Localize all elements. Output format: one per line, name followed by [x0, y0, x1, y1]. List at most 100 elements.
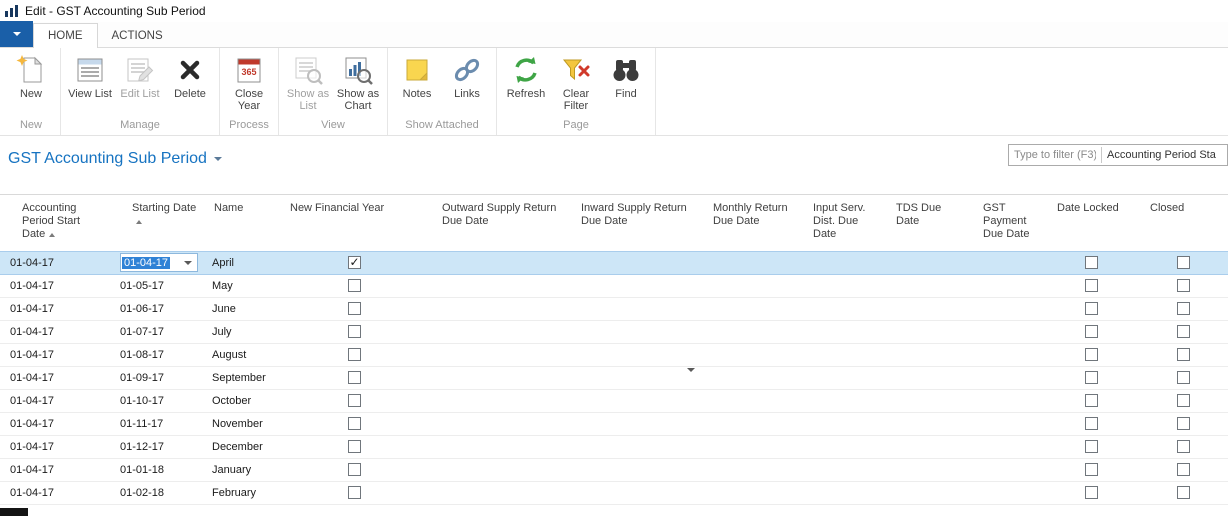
closed-checkbox[interactable]	[1176, 486, 1190, 499]
delete-button[interactable]: Delete	[165, 51, 215, 115]
cell-outward-supply-return-due-date[interactable]	[430, 250, 569, 275]
cell-gst-payment-due-date[interactable]	[971, 389, 1045, 413]
cell-name[interactable]: October	[202, 389, 278, 413]
cell-starting-date[interactable]: 01-01-18	[110, 458, 202, 482]
closed-checkbox[interactable]	[1176, 394, 1190, 407]
cell-accounting-period-start-date[interactable]: 01-04-17	[0, 343, 110, 367]
new-financial-year-checkbox[interactable]	[347, 394, 361, 407]
cell-closed[interactable]	[1138, 343, 1228, 367]
cell-name[interactable]: August	[202, 343, 278, 367]
filter-column-selector[interactable]: Accounting Period Sta	[1102, 149, 1227, 161]
date-locked-checkbox[interactable]	[1085, 371, 1098, 384]
new-financial-year-checkbox[interactable]	[347, 279, 361, 292]
cell-date-locked[interactable]	[1045, 435, 1138, 459]
page-title-menu[interactable]: GST Accounting Sub Period	[8, 150, 222, 168]
cell-input-serv-dist-due-date[interactable]	[801, 412, 884, 436]
cell-inward-supply-return-due-date[interactable]	[569, 389, 701, 413]
cell-date-locked[interactable]	[1045, 412, 1138, 436]
column-header-monthly-return-due-date[interactable]: Monthly Return Due Date	[701, 195, 801, 251]
new-financial-year-checkbox[interactable]	[347, 440, 361, 453]
cell-accounting-period-start-date[interactable]: 01-04-17	[0, 366, 110, 390]
column-header-closed[interactable]: Closed	[1138, 195, 1228, 251]
cell-monthly-return-due-date[interactable]	[701, 274, 801, 298]
cell-accounting-period-start-date[interactable]: 01-04-17	[0, 250, 110, 275]
table-row[interactable]: 01-04-17 01-04-17 April	[0, 250, 1228, 275]
table-row[interactable]: 01-04-17 01-12-17 December	[0, 435, 1228, 459]
new-financial-year-checkbox[interactable]	[347, 371, 361, 384]
cell-new-financial-year[interactable]	[278, 343, 430, 367]
column-header-input-serv-dist-due-date[interactable]: Input Serv. Dist. Due Date	[801, 195, 884, 251]
cell-input-serv-dist-due-date[interactable]	[801, 343, 884, 367]
cell-gst-payment-due-date[interactable]	[971, 435, 1045, 459]
cell-closed[interactable]	[1138, 389, 1228, 413]
new-financial-year-checkbox[interactable]	[347, 463, 361, 476]
cell-monthly-return-due-date[interactable]	[701, 412, 801, 436]
cell-closed[interactable]	[1138, 481, 1228, 505]
new-financial-year-checkbox[interactable]	[347, 302, 361, 315]
cell-closed[interactable]	[1138, 250, 1228, 275]
cell-tds-due-date[interactable]	[884, 389, 971, 413]
cell-accounting-period-start-date[interactable]: 01-04-17	[0, 481, 110, 505]
closed-checkbox[interactable]	[1176, 302, 1190, 315]
cell-new-financial-year[interactable]	[278, 389, 430, 413]
cell-new-financial-year[interactable]	[278, 412, 430, 436]
cell-date-locked[interactable]	[1045, 250, 1138, 275]
column-header-name[interactable]: Name	[202, 195, 278, 251]
cell-new-financial-year[interactable]	[278, 458, 430, 482]
cell-outward-supply-return-due-date[interactable]	[430, 435, 569, 459]
cell-monthly-return-due-date[interactable]	[701, 320, 801, 344]
table-row[interactable]: 01-04-17 01-09-17 September	[0, 366, 1228, 390]
cell-outward-supply-return-due-date[interactable]	[430, 297, 569, 321]
cell-starting-date[interactable]: 01-07-17	[110, 320, 202, 344]
links-button[interactable]: Links	[442, 51, 492, 115]
show-as-chart-button[interactable]: Show as Chart	[333, 51, 383, 115]
chevron-down-icon[interactable]	[182, 259, 194, 267]
cell-closed[interactable]	[1138, 458, 1228, 482]
date-locked-checkbox[interactable]	[1085, 417, 1098, 430]
cell-starting-date[interactable]: 01-06-17	[110, 297, 202, 321]
cell-accounting-period-start-date[interactable]: 01-04-17	[0, 458, 110, 482]
column-header-accounting-period-start-date[interactable]: Accounting Period Start Date	[0, 195, 110, 251]
date-locked-checkbox[interactable]	[1085, 348, 1098, 361]
closed-checkbox[interactable]	[1176, 440, 1190, 453]
cell-new-financial-year[interactable]	[278, 366, 430, 390]
cell-outward-supply-return-due-date[interactable]	[430, 343, 569, 367]
date-locked-checkbox[interactable]	[1085, 256, 1098, 269]
cell-gst-payment-due-date[interactable]	[971, 412, 1045, 436]
refresh-button[interactable]: Refresh	[501, 51, 551, 115]
chevron-down-icon[interactable]	[685, 367, 697, 388]
cell-date-locked[interactable]	[1045, 458, 1138, 482]
closed-checkbox[interactable]	[1176, 348, 1190, 361]
cell-gst-payment-due-date[interactable]	[971, 297, 1045, 321]
closed-checkbox[interactable]	[1176, 463, 1190, 476]
find-button[interactable]: Find	[601, 51, 651, 115]
table-row[interactable]: 01-04-17 01-01-18 January	[0, 458, 1228, 482]
closed-checkbox[interactable]	[1176, 256, 1190, 269]
cell-new-financial-year[interactable]	[278, 250, 430, 275]
closed-checkbox[interactable]	[1176, 279, 1190, 292]
cell-starting-date[interactable]: 01-12-17	[110, 435, 202, 459]
cell-gst-payment-due-date[interactable]	[971, 250, 1045, 275]
cell-tds-due-date[interactable]	[884, 458, 971, 482]
cell-accounting-period-start-date[interactable]: 01-04-17	[0, 297, 110, 321]
cell-date-locked[interactable]	[1045, 320, 1138, 344]
column-header-starting-date[interactable]: Starting Date	[110, 195, 202, 251]
cell-name[interactable]: September	[202, 366, 278, 390]
cell-input-serv-dist-due-date[interactable]	[801, 481, 884, 505]
cell-new-financial-year[interactable]	[278, 297, 430, 321]
cell-tds-due-date[interactable]	[884, 274, 971, 298]
cell-tds-due-date[interactable]	[884, 435, 971, 459]
cell-outward-supply-return-due-date[interactable]	[430, 458, 569, 482]
tab-home[interactable]: HOME	[33, 23, 98, 48]
date-locked-checkbox[interactable]	[1085, 486, 1098, 499]
date-locked-checkbox[interactable]	[1085, 302, 1098, 315]
cell-inward-supply-return-due-date[interactable]	[569, 366, 701, 390]
cell-closed[interactable]	[1138, 435, 1228, 459]
column-header-new-financial-year[interactable]: New Financial Year	[278, 195, 430, 251]
cell-inward-supply-return-due-date[interactable]	[569, 458, 701, 482]
cell-inward-supply-return-due-date[interactable]	[569, 435, 701, 459]
column-header-inward-supply-return-due-date[interactable]: Inward Supply Return Due Date	[569, 195, 701, 251]
new-financial-year-checkbox[interactable]	[347, 348, 361, 361]
column-header-gst-payment-due-date[interactable]: GST Payment Due Date	[971, 195, 1045, 251]
cell-closed[interactable]	[1138, 412, 1228, 436]
